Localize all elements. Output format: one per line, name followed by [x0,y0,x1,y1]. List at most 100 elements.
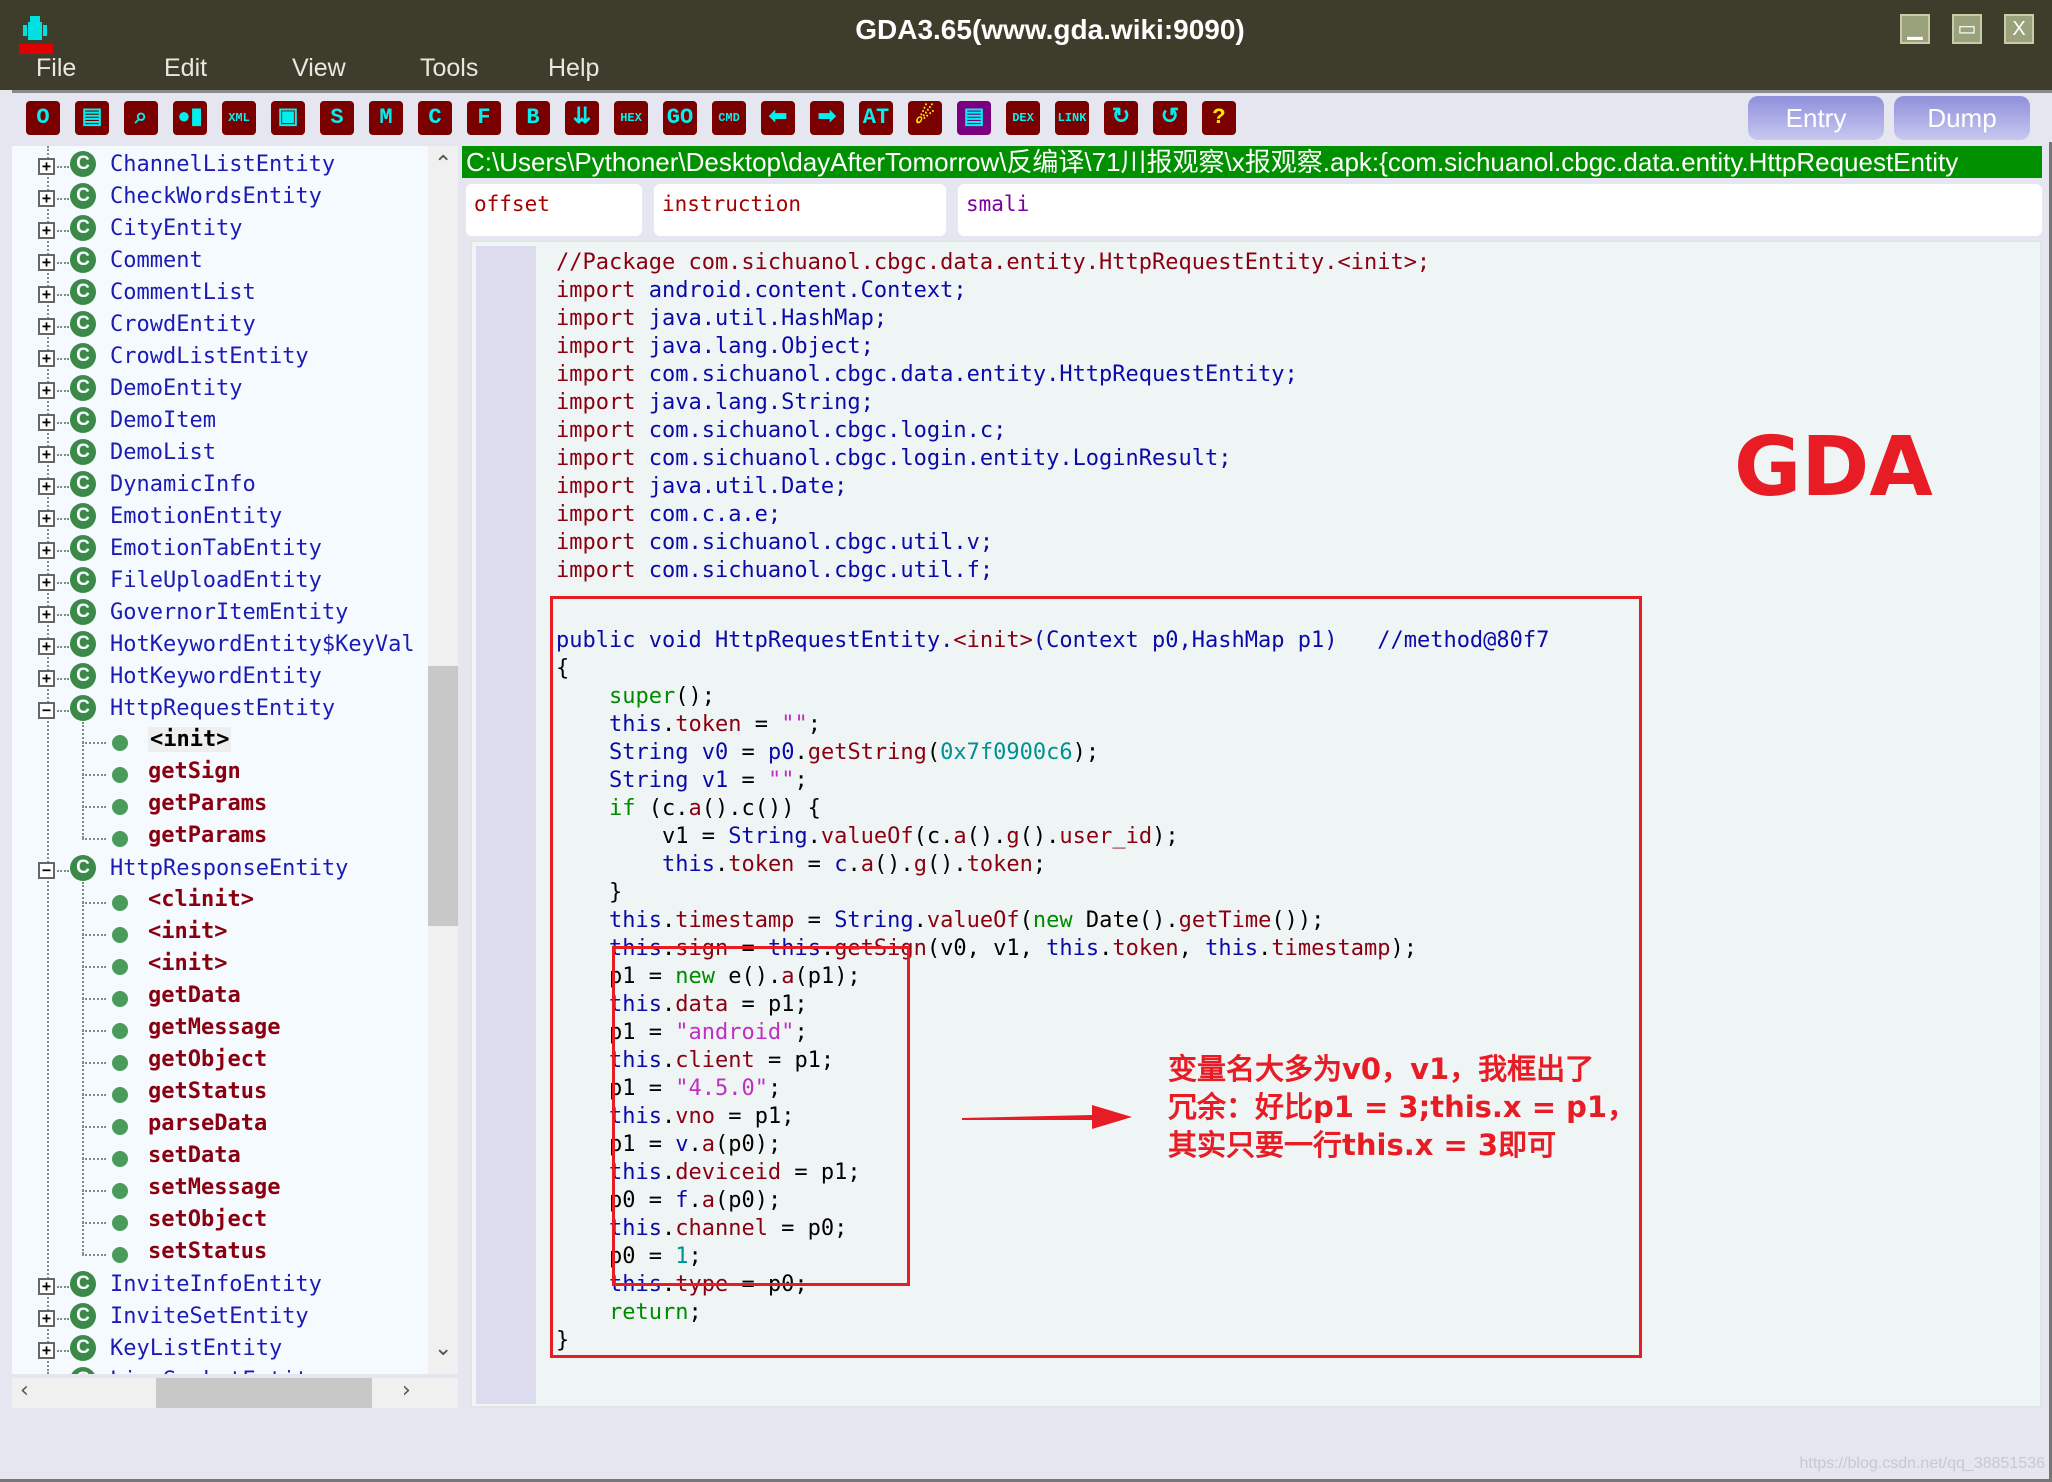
menu-edit[interactable]: Edit [164,54,292,88]
hex-icon[interactable]: HEX [614,101,648,135]
tree-method-node[interactable]: getParams [12,790,428,822]
scroll-down-icon[interactable]: ⌄ [434,1336,452,1361]
tree-method-node[interactable]: setMessage [12,1174,428,1206]
fields-icon[interactable]: F [467,101,501,135]
column-header-offset[interactable]: offset [466,184,642,236]
minimize-button[interactable]: ▁ [1900,14,1930,44]
refresh-stop-icon[interactable]: ↻ [1104,101,1138,135]
back-arrow-icon[interactable]: ⬅ [761,101,795,135]
bookmark-icon[interactable]: B [516,101,550,135]
at-icon[interactable]: AT [859,101,893,135]
android-icon[interactable]: ▣ [271,101,305,135]
close-button[interactable]: X [2004,14,2034,44]
tree-class-node[interactable]: + C CrowdEntity [12,310,428,342]
tree-method-node[interactable]: getParams [12,822,428,854]
forward-arrow-icon[interactable]: ➡ [810,101,844,135]
menu-file[interactable]: File [36,54,164,88]
tree-vertical-scroll-thumb[interactable] [428,666,458,926]
tree-class-node[interactable]: + C DemoList [12,438,428,470]
column-header-instruction[interactable]: instruction [654,184,946,236]
tree-method-node[interactable]: getData [12,982,428,1014]
tree-class-node[interactable]: + C Comment [12,246,428,278]
tree-class-node[interactable]: + C CrowdListEntity [12,342,428,374]
tree-horizontal-scrollbar[interactable]: ‹ › [12,1378,458,1408]
tree-class-node[interactable]: + C CityEntity [12,214,428,246]
tree-method-node[interactable]: <init> [12,950,428,982]
tree-class-node[interactable]: − C HttpRequestEntity [12,694,428,726]
classes-icon[interactable]: C [418,101,452,135]
column-header-smali[interactable]: smali [958,184,2042,236]
expand-icon[interactable]: + [38,286,55,303]
expand-icon[interactable]: + [38,670,55,687]
undo-icon[interactable]: ↺ [1153,101,1187,135]
tree-class-node[interactable]: + C KeyListEntity [12,1334,428,1366]
expand-icon[interactable]: + [38,510,55,527]
expand-icon[interactable]: + [38,158,55,175]
expand-icon[interactable]: + [38,1310,55,1327]
xml-icon[interactable]: XML [222,101,256,135]
scroll-left-icon[interactable]: ‹ [20,1378,29,1403]
tree-method-node[interactable]: setData [12,1142,428,1174]
tree-class-node[interactable]: +CLiveSocketEntity [12,1366,428,1374]
tree-class-node[interactable]: + C EmotionTabEntity [12,534,428,566]
expand-icon[interactable]: + [38,382,55,399]
toggle-icon[interactable]: ●▮ [173,101,207,135]
expand-icon[interactable]: + [38,414,55,431]
collapse-icon[interactable]: − [38,862,55,879]
tree-class-node[interactable]: + C InviteSetEntity [12,1302,428,1334]
expand-icon[interactable]: + [38,542,55,559]
tree-class-node[interactable]: + C DemoEntity [12,374,428,406]
collapse-icon[interactable]: − [38,702,55,719]
certificate-icon[interactable]: ▤ [957,101,991,135]
tree-vertical-scrollbar[interactable]: ⌃ ⌄ [428,146,458,1374]
dump-button[interactable]: Dump [1894,96,2030,140]
tree-method-node[interactable]: <clinit> [12,886,428,918]
scroll-up-icon[interactable]: ⌃ [434,152,452,177]
tree-class-node[interactable]: + C EmotionEntity [12,502,428,534]
entry-button[interactable]: Entry [1748,96,1884,140]
tree-method-node[interactable]: setObject [12,1206,428,1238]
malware-scan-icon[interactable]: ☄ [908,101,942,135]
expand-icon[interactable]: + [38,638,55,655]
tree-class-node[interactable]: + C CheckWordsEntity [12,182,428,214]
maximize-button[interactable]: ▭ [1952,14,1982,44]
download-icon[interactable]: ⇊ [565,101,599,135]
cmd-icon[interactable]: CMD [712,101,746,135]
expand-icon[interactable]: + [38,318,55,335]
tree-class-node[interactable]: + C CommentList [12,278,428,310]
expand-icon[interactable]: + [38,350,55,367]
link-icon[interactable]: LINK [1055,101,1089,135]
search-icon[interactable]: ⌕ [124,101,158,135]
menu-view[interactable]: View [292,54,420,88]
scroll-right-icon[interactable]: › [402,1378,411,1403]
tree-method-node[interactable]: setStatus [12,1238,428,1270]
tree-class-node[interactable]: + C HotKeywordEntity$KeyVal [12,630,428,662]
expand-icon[interactable]: + [38,254,55,271]
expand-icon[interactable]: + [38,606,55,623]
dex-icon[interactable]: DEX [1006,101,1040,135]
strings-icon[interactable]: S [320,101,354,135]
tree-class-node[interactable]: + C HotKeywordEntity [12,662,428,694]
expand-icon[interactable]: + [38,1342,55,1359]
expand-icon[interactable]: + [38,478,55,495]
tree-class-node[interactable]: + C DemoItem [12,406,428,438]
code-view[interactable]: //Package com.sichuanol.cbgc.data.entity… [470,240,2042,1408]
open-icon[interactable]: O [26,101,60,135]
methods-icon[interactable]: M [369,101,403,135]
tree-class-node[interactable]: + C ChannelListEntity [12,150,428,182]
help-icon[interactable]: ? [1202,101,1236,135]
expand-icon[interactable]: + [38,1278,55,1295]
tree-method-node[interactable]: getObject [12,1046,428,1078]
tree-class-node[interactable]: − C HttpResponseEntity [12,854,428,886]
tree-method-node[interactable]: getStatus [12,1078,428,1110]
save-icon[interactable]: ▤ [75,101,109,135]
expand-icon[interactable]: + [38,446,55,463]
menu-help[interactable]: Help [548,54,676,88]
tree-class-node[interactable]: + C DynamicInfo [12,470,428,502]
tree-class-node[interactable]: + C GovernorItemEntity [12,598,428,630]
expand-icon[interactable]: + [38,190,55,207]
expand-icon[interactable]: + [38,574,55,591]
tree-class-node[interactable]: + C InviteInfoEntity [12,1270,428,1302]
tree-horizontal-scroll-thumb[interactable] [156,1378,372,1408]
tree-method-node[interactable]: <init> [12,918,428,950]
